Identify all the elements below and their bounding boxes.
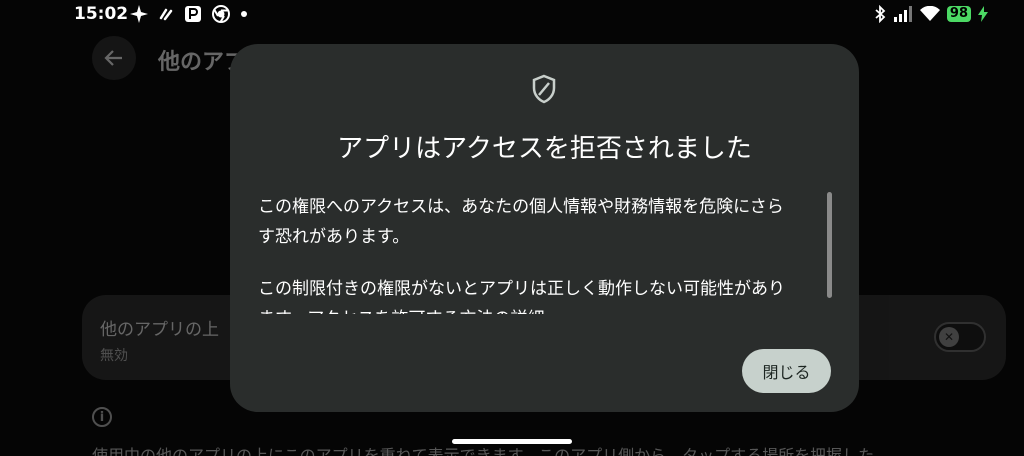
x-icon: ✕ bbox=[939, 327, 959, 347]
access-denied-dialog: アプリはアクセスを拒否されました この権限へのアクセスは、あなたの個人情報や財務… bbox=[230, 44, 859, 412]
dialog-scrollbar[interactable] bbox=[827, 192, 832, 298]
dialog-title: アプリはアクセスを拒否されました bbox=[337, 134, 752, 164]
setting-title: 他のアプリの上 bbox=[100, 320, 219, 340]
shield-icon bbox=[532, 74, 556, 104]
close-button[interactable]: 閉じる bbox=[742, 349, 831, 393]
overlay-toggle[interactable]: ✕ bbox=[934, 322, 986, 352]
dialog-paragraph-2: この制限付きの権限がないとアプリは正しく動作しない可能性があります。アクセスを許… bbox=[258, 279, 785, 314]
back-button[interactable] bbox=[92, 36, 136, 80]
dialog-body: この権限へのアクセスは、あなたの個人情報や財務情報を危険にさらす恐れがあります。… bbox=[258, 192, 798, 314]
arrow-left-icon bbox=[104, 50, 122, 66]
permission-description: 使用中の他のアプリの上にこのアプリを重ねて表示できます。このアプリ側から、タップ… bbox=[92, 446, 875, 456]
dialog-paragraph-1: この権限へのアクセスは、あなたの個人情報や財務情報を危険にさらす恐れがあります。 bbox=[258, 197, 784, 247]
setting-status: 無効 bbox=[100, 348, 128, 364]
info-icon: i bbox=[92, 407, 112, 427]
gesture-nav-handle[interactable] bbox=[452, 439, 572, 444]
screen: 15:02 98 他のアプ 他のアプリの上 無効 ✕ i 使用中の他のアプリの上… bbox=[0, 0, 1024, 456]
